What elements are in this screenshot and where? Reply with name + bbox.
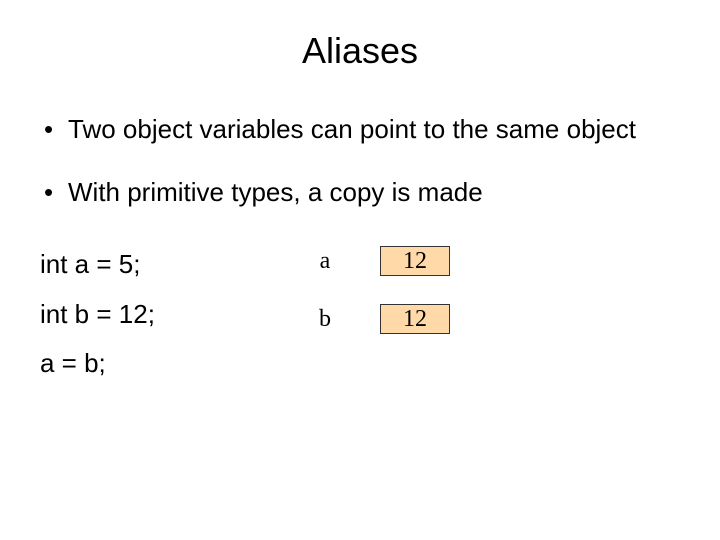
code-line: int a = 5; bbox=[40, 240, 300, 289]
bullet-item: Two object variables can point to the sa… bbox=[40, 112, 690, 147]
variable-label: b bbox=[300, 306, 350, 333]
slide-title: Aliases bbox=[30, 30, 690, 72]
variable-boxes: a 12 b 12 bbox=[300, 240, 450, 388]
variable-value-box: 12 bbox=[380, 246, 450, 276]
variable-row: b 12 bbox=[300, 304, 450, 334]
code-block: int a = 5; int b = 12; a = b; bbox=[40, 240, 300, 388]
bullet-item: With primitive types, a copy is made bbox=[40, 175, 690, 210]
variable-value-box: 12 bbox=[380, 304, 450, 334]
diagram-area: int a = 5; int b = 12; a = b; a 12 b 12 bbox=[40, 240, 690, 388]
variable-label: a bbox=[300, 248, 350, 275]
code-line: int b = 12; bbox=[40, 290, 300, 339]
bullet-list: Two object variables can point to the sa… bbox=[40, 112, 690, 210]
variable-row: a 12 bbox=[300, 246, 450, 276]
code-line: a = b; bbox=[40, 339, 300, 388]
